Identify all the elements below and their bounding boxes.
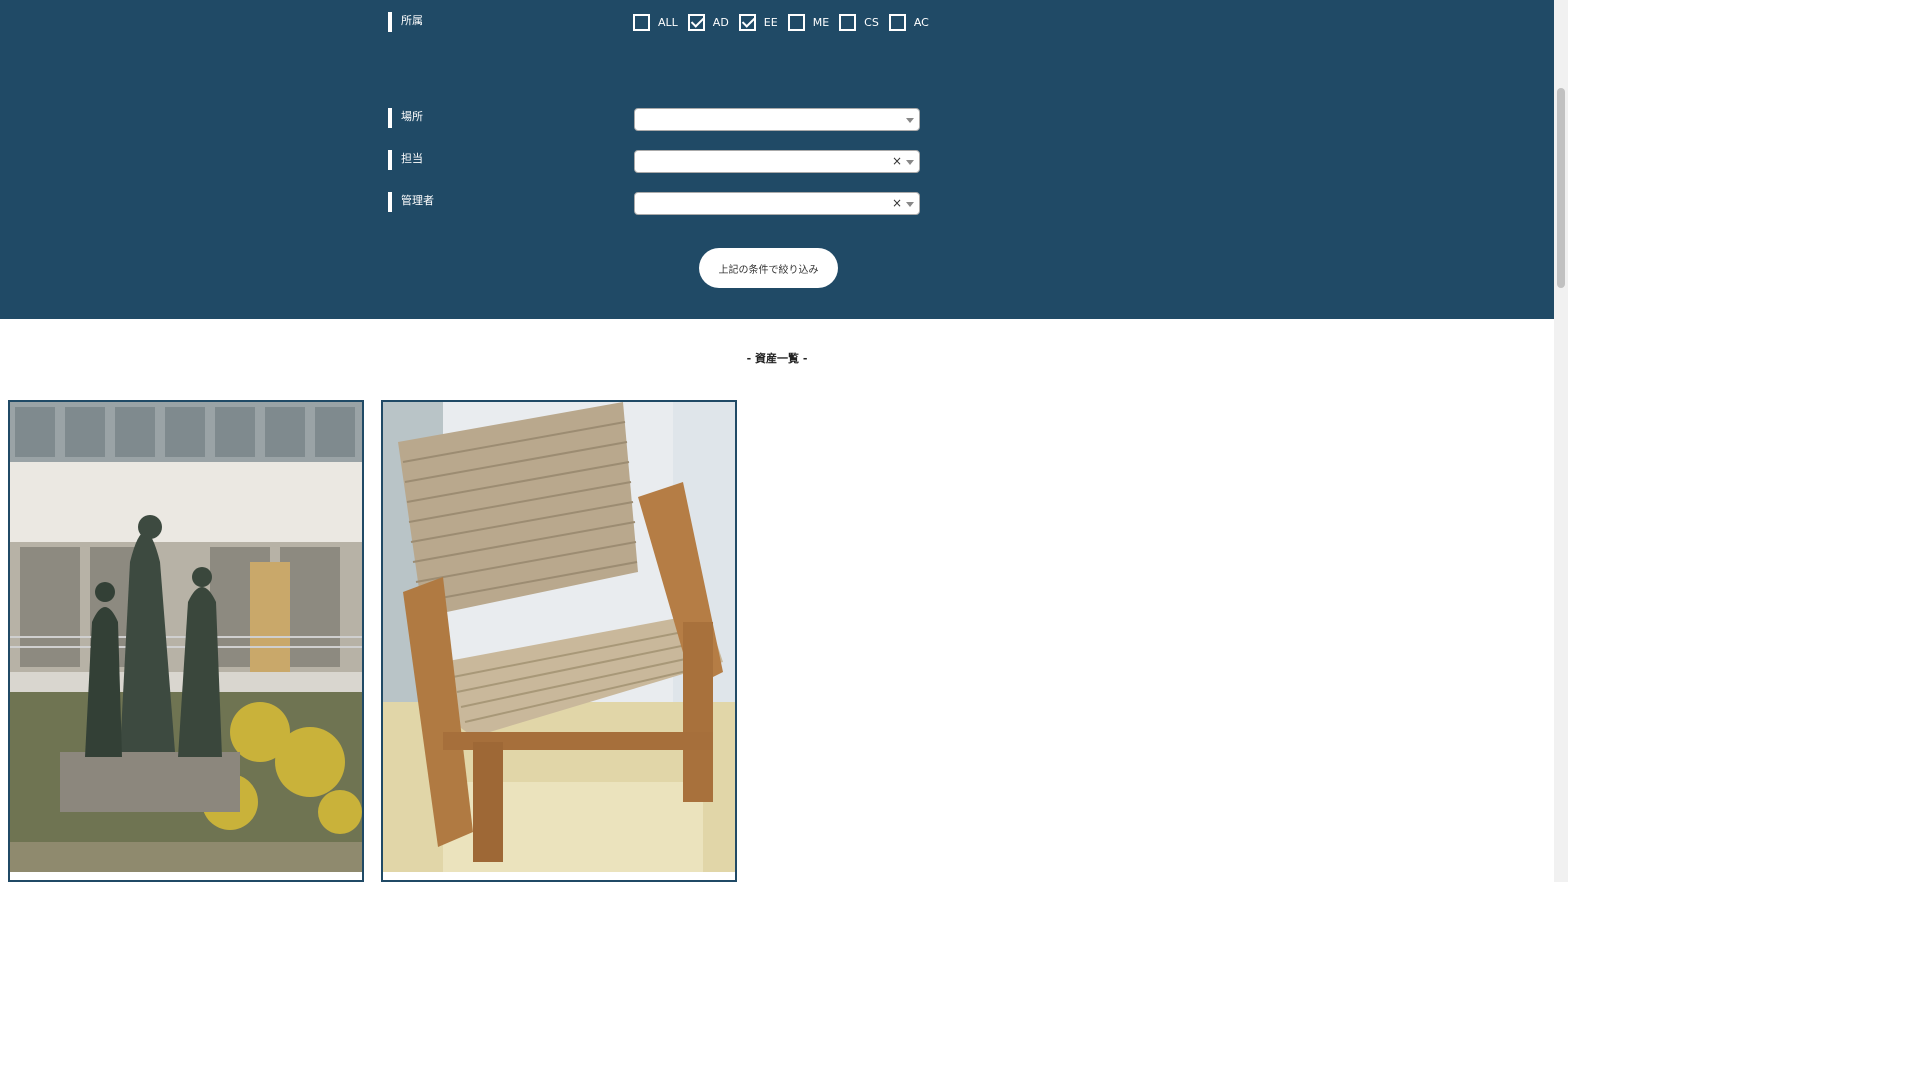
checkbox-me-label: ME [812,16,830,29]
asset-card[interactable] [381,400,737,882]
checkbox-all-box[interactable] [633,14,650,31]
checkbox-ee[interactable]: EE [738,14,778,31]
checkbox-ad[interactable]: AD [687,14,729,31]
scrollbar-thumb[interactable] [1557,88,1565,288]
filter-panel: 所属 ALL AD EE ME CS AC 場所 担当 × 管理者 × 上記の条… [0,0,1554,319]
manager-select[interactable]: × [634,192,920,215]
clear-icon[interactable]: × [892,154,902,168]
manager-label: 管理者 [388,192,434,212]
asset-card[interactable] [8,400,364,882]
clear-icon[interactable]: × [892,196,902,210]
affiliation-checkbox-group: ALL AD EE ME CS AC [633,14,939,31]
checkbox-ac-label: AC [913,16,929,29]
checkbox-me[interactable]: ME [787,14,830,31]
chevron-down-icon [906,202,914,207]
chevron-down-icon [906,118,914,123]
checkbox-ee-label: EE [763,16,778,29]
person-in-charge-select[interactable]: × [634,150,920,173]
checkbox-all[interactable]: ALL [633,14,678,31]
person-in-charge-label: 担当 [388,150,423,170]
chevron-down-icon [906,160,914,165]
location-select[interactable] [634,108,920,131]
asset-list-title: - 資産一覧 - [746,352,808,365]
checkbox-ad-label: AD [712,16,729,29]
checkbox-cs-label: CS [864,16,879,29]
checkbox-me-box[interactable] [787,14,805,31]
location-label: 場所 [388,108,423,128]
checkbox-ac[interactable]: AC [888,14,929,31]
checkbox-cs[interactable]: CS [839,14,879,31]
checkbox-all-label: ALL [658,16,678,29]
vertical-scrollbar[interactable] [1554,0,1568,882]
woven-chair-photo [383,402,735,872]
checkbox-ad-box[interactable] [687,14,705,31]
affiliation-label: 所属 [388,12,423,32]
checkbox-ac-box[interactable] [888,14,906,31]
checkbox-cs-box[interactable] [839,14,857,31]
statue-photo [10,402,362,872]
checkbox-ee-box[interactable] [738,14,756,31]
filter-submit-button[interactable]: 上記の条件で絞り込み [699,248,838,288]
